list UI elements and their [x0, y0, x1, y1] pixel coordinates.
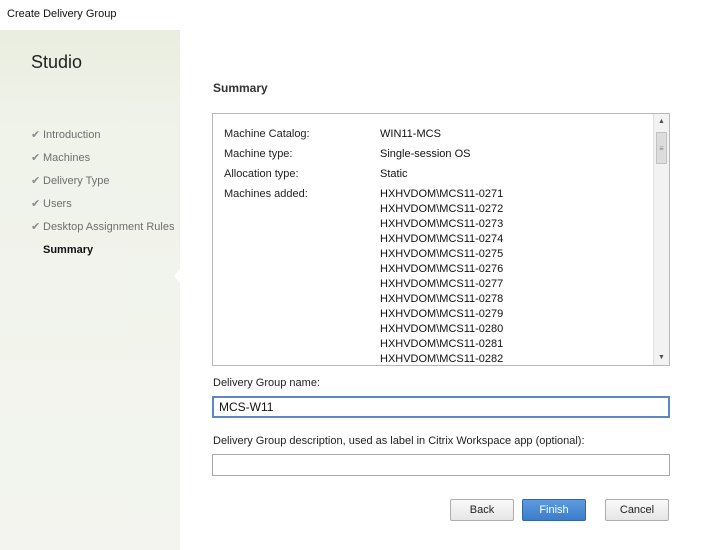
- summary-key: Machines added:: [224, 188, 308, 200]
- summary-row-machine-type: Machine type: Single-session OS: [224, 147, 654, 162]
- summary-row-allocation-type: Allocation type: Static: [224, 167, 654, 182]
- step-label: Desktop Assignment Rules: [43, 220, 175, 233]
- list-item: HXHVDOM\MCS11-0280: [380, 323, 504, 335]
- arrow-down-icon[interactable]: ▼: [654, 350, 669, 365]
- delivery-group-name-input[interactable]: [212, 396, 670, 418]
- check-icon: ✔: [31, 198, 41, 210]
- list-item: HXHVDOM\MCS11-0275: [380, 248, 504, 260]
- delivery-group-description-label: Delivery Group description, used as labe…: [213, 435, 585, 447]
- check-icon: ✔: [31, 175, 41, 187]
- check-icon: ✔: [31, 152, 41, 164]
- wizard-sidebar: [0, 30, 180, 550]
- summary-value: Static: [380, 168, 408, 180]
- list-item: HXHVDOM\MCS11-0273: [380, 218, 504, 230]
- page-title: Summary: [213, 81, 268, 95]
- delivery-group-description-input[interactable]: [212, 454, 670, 476]
- step-desktop-assignment-rules: ✔ Desktop Assignment Rules: [31, 215, 174, 238]
- grip-icon: ≡: [659, 143, 664, 153]
- summary-key: Machine Catalog:: [224, 128, 310, 140]
- scrollbar-thumb[interactable]: ≡: [656, 132, 667, 164]
- summary-list[interactable]: Machine Catalog: WIN11-MCS Machine type:…: [212, 113, 670, 366]
- summary-row-machine-catalog: Machine Catalog: WIN11-MCS: [224, 127, 654, 142]
- step-introduction: ✔ Introduction: [31, 123, 174, 146]
- studio-title: Studio: [31, 52, 83, 72]
- window-titlebar: Create Delivery Group: [0, 0, 704, 30]
- step-summary: Summary: [31, 238, 174, 261]
- cancel-button[interactable]: Cancel: [605, 499, 669, 521]
- back-button[interactable]: Back: [450, 499, 514, 521]
- list-item: HXHVDOM\MCS11-0277: [380, 278, 504, 290]
- step-machines: ✔ Machines: [31, 146, 174, 169]
- summary-content: Machine Catalog: WIN11-MCS Machine type:…: [224, 127, 654, 365]
- step-users: ✔ Users: [31, 192, 174, 215]
- finish-button[interactable]: Finish: [522, 499, 586, 521]
- list-item: HXHVDOM\MCS11-0281: [380, 338, 504, 350]
- summary-value: Single-session OS: [380, 148, 471, 160]
- window-title: Create Delivery Group: [7, 8, 117, 20]
- list-item: HXHVDOM\MCS11-0278: [380, 293, 504, 305]
- summary-value: WIN11-MCS: [380, 128, 441, 140]
- summary-key: Machine type:: [224, 148, 293, 160]
- wizard-steps: ✔ Introduction ✔ Machines ✔ Delivery Typ…: [31, 123, 174, 261]
- step-label: Summary: [43, 243, 94, 256]
- check-icon: ✔: [31, 221, 41, 233]
- delivery-group-name-label: Delivery Group name:: [213, 377, 320, 389]
- list-item: HXHVDOM\MCS11-0282: [380, 353, 504, 365]
- check-icon: ✔: [31, 129, 41, 141]
- arrow-up-icon[interactable]: ▲: [654, 114, 669, 129]
- current-step-indicator: [174, 268, 181, 284]
- machines-added-list: HXHVDOM\MCS11-0271 HXHVDOM\MCS11-0272 HX…: [380, 187, 504, 365]
- vertical-scrollbar[interactable]: ▲ ≡ ▼: [653, 114, 669, 365]
- step-label: Introduction: [43, 128, 101, 141]
- list-item: HXHVDOM\MCS11-0271: [380, 188, 504, 200]
- list-item: HXHVDOM\MCS11-0274: [380, 233, 504, 245]
- step-label: Delivery Type: [43, 174, 110, 187]
- list-item: HXHVDOM\MCS11-0272: [380, 203, 504, 215]
- list-item: HXHVDOM\MCS11-0279: [380, 308, 504, 320]
- step-label: Users: [43, 197, 72, 210]
- step-label: Machines: [43, 151, 91, 164]
- summary-row-machines-added: Machines added: HXHVDOM\MCS11-0271 HXHVD…: [224, 187, 654, 365]
- summary-key: Allocation type:: [224, 168, 299, 180]
- list-item: HXHVDOM\MCS11-0276: [380, 263, 504, 275]
- step-delivery-type: ✔ Delivery Type: [31, 169, 174, 192]
